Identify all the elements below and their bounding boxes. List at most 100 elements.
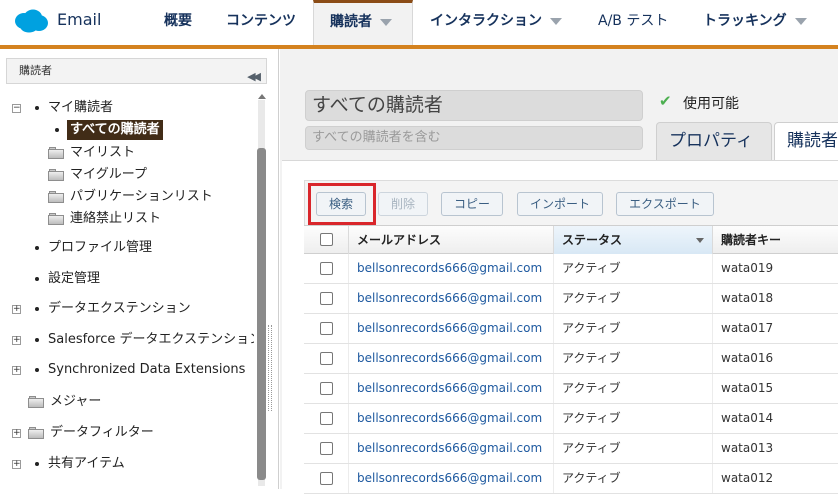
export-button[interactable]: エクスポート (616, 192, 714, 216)
nav-tab-label: インタラクション (430, 13, 542, 29)
nav-tab-interactions[interactable]: インタラクション (430, 0, 562, 45)
tree-node-suppression-lists[interactable]: 連絡禁止リスト (70, 209, 161, 229)
tree-node-profile-management[interactable]: プロファイル管理 (48, 238, 152, 258)
tree-node-data-filters[interactable]: データフィルター (50, 423, 154, 443)
cell-status: アクティブ (553, 284, 712, 313)
salesforce-cloud-logo-icon[interactable] (12, 8, 49, 34)
tree-panel-header: 購読者 ◀◀ (6, 58, 267, 84)
nav-tab-subscribers[interactable]: 購読者 (313, 0, 413, 45)
tree-node-all-subscribers[interactable]: すべての購読者 (67, 120, 163, 140)
nav-tab-ab-test[interactable]: A/B テスト (598, 0, 668, 45)
nav-tab-content[interactable]: コンテンツ (226, 0, 296, 45)
table-row[interactable]: bellsonrecords666@gmail.com アクティブ wata01… (304, 284, 838, 314)
tree-node-measures[interactable]: メジャー (50, 392, 101, 412)
column-header-status[interactable]: ステータス (553, 226, 712, 254)
tab-subscribers[interactable]: 購読者 (774, 122, 838, 160)
table-row[interactable]: bellsonrecords666@gmail.com アクティブ wata01… (304, 374, 838, 404)
scroll-thumb[interactable] (257, 148, 266, 480)
bullet-icon (35, 277, 39, 281)
column-header-label: ステータス (562, 233, 623, 247)
expand-node-icon[interactable]: + (12, 366, 21, 375)
tab-label: 購読者 (787, 131, 838, 151)
cell-status: アクティブ (553, 404, 712, 433)
row-checkbox[interactable] (320, 352, 333, 365)
bullet-icon (55, 128, 59, 132)
bullet-icon (35, 462, 39, 466)
tree-node-my-lists[interactable]: マイリスト (70, 143, 135, 163)
tree-node-shared-items[interactable]: 共有アイテム (48, 454, 125, 474)
bullet-icon (35, 338, 39, 342)
row-checkbox[interactable] (320, 412, 333, 425)
row-checkbox[interactable] (320, 442, 333, 455)
tree-scrollbar[interactable] (256, 94, 267, 486)
row-checkbox[interactable] (320, 382, 333, 395)
table-row[interactable]: bellsonrecords666@gmail.com アクティブ wata01… (304, 344, 838, 374)
folder-icon (48, 169, 64, 181)
row-checkbox[interactable] (320, 262, 333, 275)
select-all-checkbox[interactable] (320, 233, 333, 246)
tab-label: プロパティ (669, 131, 753, 151)
copy-button[interactable]: コピー (441, 192, 503, 216)
bullet-icon (35, 246, 39, 250)
cell-email[interactable]: bellsonrecords666@gmail.com (348, 344, 553, 373)
panel-splitter-handle[interactable] (268, 325, 272, 411)
nav-tab-tracking[interactable]: トラッキング (703, 0, 807, 45)
chevron-down-icon (550, 17, 562, 25)
list-name-field[interactable]: すべての購読者 (305, 90, 643, 121)
app-name[interactable]: Email (57, 10, 101, 29)
table-row[interactable]: bellsonrecords666@gmail.com アクティブ wata01… (304, 404, 838, 434)
collapse-panel-icon[interactable]: ◀◀ (247, 65, 261, 89)
tree-node-data-extensions[interactable]: データエクステンション (48, 299, 191, 319)
cell-email[interactable]: bellsonrecords666@gmail.com (348, 254, 553, 283)
nav-tab-label: コンテンツ (226, 13, 296, 29)
delete-button[interactable]: 削除 (378, 192, 428, 216)
bullet-icon (35, 307, 39, 311)
tree-node-settings-management[interactable]: 設定管理 (48, 269, 100, 289)
table-row[interactable]: bellsonrecords666@gmail.com アクティブ wata01… (304, 254, 838, 284)
chevron-down-icon (380, 18, 392, 26)
table-row[interactable]: bellsonrecords666@gmail.com アクティブ wata01… (304, 464, 838, 494)
cell-subscriber-key: wata018 (712, 284, 838, 313)
tree-node-my-groups[interactable]: マイグループ (70, 165, 147, 185)
row-checkbox[interactable] (320, 322, 333, 335)
collapse-node-icon[interactable]: − (12, 104, 21, 113)
cell-subscriber-key: wata016 (712, 344, 838, 373)
cell-subscriber-key: wata017 (712, 314, 838, 343)
expand-node-icon[interactable]: + (12, 429, 21, 438)
cell-email[interactable]: bellsonrecords666@gmail.com (348, 404, 553, 433)
cell-email[interactable]: bellsonrecords666@gmail.com (348, 374, 553, 403)
cell-status: アクティブ (553, 344, 712, 373)
table-row[interactable]: bellsonrecords666@gmail.com アクティブ wata01… (304, 434, 838, 464)
cell-status: アクティブ (553, 434, 712, 463)
status-label: 使用可能 (683, 96, 739, 112)
nav-tab-overview[interactable]: 概要 (164, 0, 192, 45)
tree-node-my-subscribers[interactable]: マイ購読者 (48, 98, 113, 118)
import-button[interactable]: インポート (517, 192, 603, 216)
list-description-field[interactable]: すべての購読者を含む (305, 126, 643, 150)
column-header-email[interactable]: メールアドレス (348, 226, 553, 254)
highlight-annotation (308, 183, 376, 225)
sort-descending-icon[interactable] (696, 238, 704, 243)
tree-node-salesforce-data-extensions[interactable]: Salesforce データエクステンション (48, 330, 254, 350)
table-row[interactable]: bellsonrecords666@gmail.com アクティブ wata01… (304, 314, 838, 344)
column-header-label: メールアドレス (357, 233, 442, 247)
tree-node-publication-lists[interactable]: パブリケーションリスト (70, 187, 213, 207)
tab-properties[interactable]: プロパティ (656, 122, 772, 160)
cell-status: アクティブ (553, 374, 712, 403)
folder-icon (48, 191, 64, 203)
row-checkbox[interactable] (320, 472, 333, 485)
row-checkbox[interactable] (320, 292, 333, 305)
expand-node-icon[interactable]: + (12, 305, 21, 314)
tree-node-synchronized-data-extensions[interactable]: Synchronized Data Extensions (48, 360, 245, 380)
cell-email[interactable]: bellsonrecords666@gmail.com (348, 314, 553, 343)
cell-subscriber-key: wata015 (712, 374, 838, 403)
cell-email[interactable]: bellsonrecords666@gmail.com (348, 434, 553, 463)
scroll-up-arrow-icon[interactable] (258, 94, 266, 99)
column-header-subscriber-key[interactable]: 購読者キー (712, 226, 838, 254)
cell-status: アクティブ (553, 254, 712, 283)
expand-node-icon[interactable]: + (12, 460, 21, 469)
expand-node-icon[interactable]: + (12, 336, 21, 345)
cell-email[interactable]: bellsonrecords666@gmail.com (348, 284, 553, 313)
subscriber-tree-panel: 購読者 ◀◀ − マイ購読者 すべての購読者 マイリスト マイグループ パブリケ… (0, 49, 279, 489)
folder-icon (28, 427, 44, 439)
